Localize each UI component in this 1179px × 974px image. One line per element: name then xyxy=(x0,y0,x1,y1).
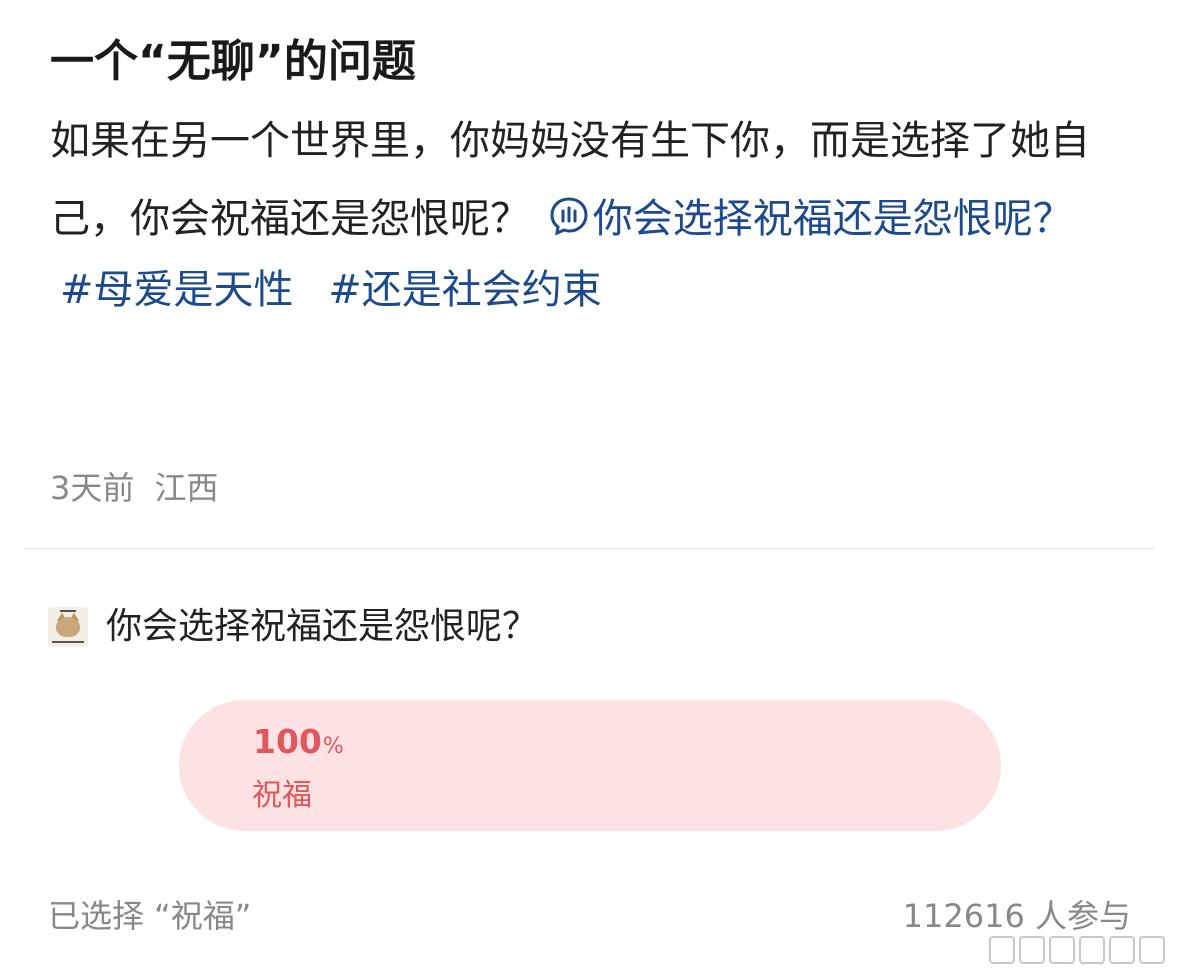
post-meta: 3天前 江西 xyxy=(50,468,219,508)
poll-participants: 112616 人参与 xyxy=(902,897,1131,935)
poll-option-label: 祝福 xyxy=(252,778,312,813)
topic-link-label: 你会选择祝福还是怨恨呢？ xyxy=(592,196,1073,242)
divider xyxy=(24,548,1155,549)
poll-avatar xyxy=(48,607,88,647)
avatar-caption-top xyxy=(60,610,76,612)
topic-link[interactable]: 你会选择祝福还是怨恨呢？ xyxy=(543,196,1073,242)
watermark xyxy=(989,934,1169,966)
watermark-glyph xyxy=(1079,936,1105,964)
hashtag-1[interactable]: #母爱是天性 xyxy=(60,267,294,313)
hashtag-2[interactable]: #还是社会约束 xyxy=(328,267,602,313)
post-body: 如果在另一个世界里，你妈妈没有生下你，而是选择了她自己，你会祝福还是怨恨呢？ 你… xyxy=(50,102,1120,258)
post-time: 3天前 xyxy=(50,469,135,507)
chat-bubble-icon xyxy=(550,197,588,236)
watermark-glyph xyxy=(1109,936,1135,964)
avatar-caption-bottom xyxy=(52,641,84,643)
watermark-glyph xyxy=(1139,936,1165,964)
percent-value: 100 xyxy=(253,722,322,761)
percent-unit: % xyxy=(322,734,344,759)
post-title: 一个“无聊”的问题 xyxy=(50,36,416,87)
watermark-glyph xyxy=(989,936,1015,964)
poll-question: 你会选择祝福还是怨恨呢？ xyxy=(106,606,539,647)
cat-icon xyxy=(56,617,80,637)
poll-option-percent: 100% xyxy=(253,722,344,767)
poll-option-bless[interactable]: 100% 祝福 xyxy=(179,700,1001,831)
poll-selected-text: 已选择 “祝福” xyxy=(48,897,252,935)
poll-header: 你会选择祝福还是怨恨呢？ xyxy=(48,602,538,652)
watermark-glyph xyxy=(1019,936,1045,964)
post-location: 江西 xyxy=(154,469,219,507)
watermark-glyph xyxy=(1049,936,1075,964)
hashtag-list: #母爱是天性 #还是社会约束 xyxy=(50,260,1140,320)
post-content: 一个“无聊”的问题 如果在另一个世界里，你妈妈没有生下你，而是选择了她自己，你会… xyxy=(50,30,1140,320)
